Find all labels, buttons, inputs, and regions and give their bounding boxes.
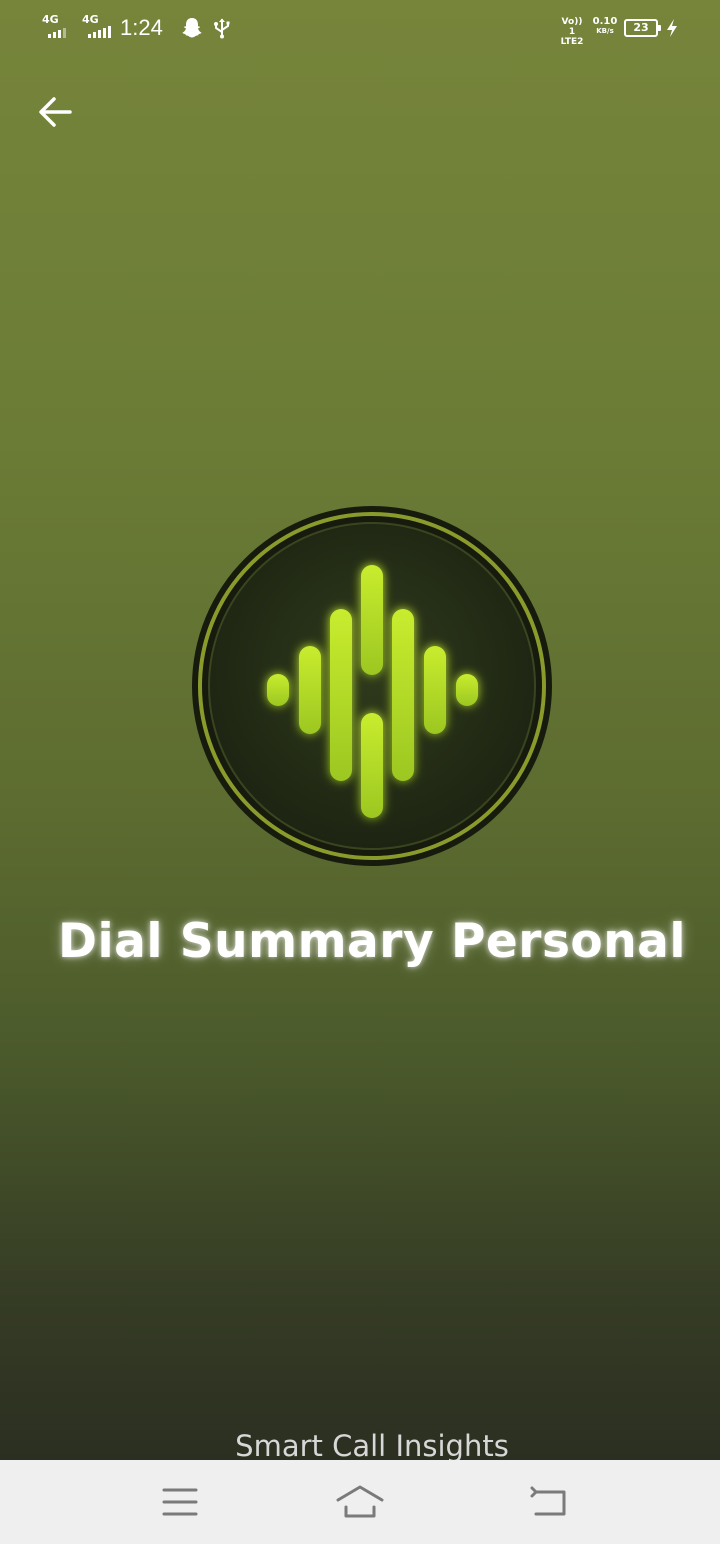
app-tagline: Smart Call Insights xyxy=(235,1429,509,1460)
back-nav-button[interactable] xyxy=(518,1474,578,1530)
menu-button[interactable] xyxy=(150,1474,210,1530)
sim2-network-label: 4G xyxy=(82,13,99,26)
network-speed-value: 0.10 xyxy=(592,16,618,27)
network-speed-unit: KB/s xyxy=(596,27,614,35)
volte-label: Vo)) 1 xyxy=(561,17,583,37)
home-button[interactable] xyxy=(330,1474,390,1530)
status-bar: 4G 4G 1:24 Vo)) 1 LTE2 0.10 KB/s 23 xyxy=(0,0,720,58)
sound-wave-logo xyxy=(192,506,552,866)
back-icon xyxy=(530,1486,566,1516)
home-icon xyxy=(336,1485,384,1518)
snapchat-icon xyxy=(181,16,203,40)
battery-level: 23 xyxy=(633,21,649,34)
splash-screen: 4G 4G 1:24 Vo)) 1 LTE2 0.10 KB/s 23 Dial… xyxy=(0,0,720,1460)
network-speed: 0.10 KB/s xyxy=(590,16,620,35)
app-title: Dial Summary Personal xyxy=(57,914,687,969)
status-time: 1:24 xyxy=(120,15,163,40)
sim1-signal: 4G xyxy=(42,14,76,40)
lte-label: LTE2 xyxy=(560,37,584,47)
menu-icon xyxy=(162,1488,198,1516)
charging-bolt-icon xyxy=(664,16,680,40)
back-button[interactable] xyxy=(30,88,82,136)
sim1-network-label: 4G xyxy=(42,13,59,26)
volte-indicator: Vo)) 1 LTE2 xyxy=(557,17,587,47)
sim2-signal: 4G xyxy=(82,14,116,40)
navigation-bar xyxy=(0,1460,720,1544)
usb-icon xyxy=(211,16,233,40)
battery-indicator: 23 xyxy=(624,19,661,37)
arrow-left-icon xyxy=(39,97,72,127)
